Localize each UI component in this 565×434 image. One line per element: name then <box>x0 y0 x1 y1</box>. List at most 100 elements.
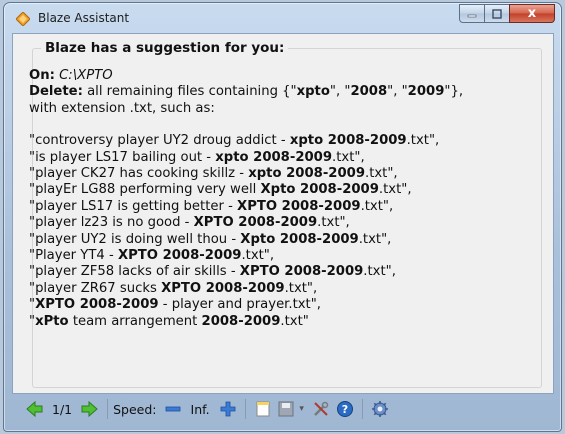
title-bar[interactable]: Blaze Assistant x <box>4 3 561 33</box>
file-list-item: "Player YT4 - XPTO 2008-2009.txt", <box>29 248 539 264</box>
delete-text: "}, <box>444 84 464 100</box>
file-keyword: xpto 2008-2009 <box>248 166 366 182</box>
prev-button[interactable] <box>22 398 48 420</box>
delete-text: ", " <box>329 84 351 100</box>
tools-icon <box>313 401 328 416</box>
maximize-icon <box>492 8 502 19</box>
file-text: .txt", <box>317 215 350 231</box>
file-text: - player and prayer.txt", <box>158 297 321 313</box>
keyword: 2009 <box>407 84 445 100</box>
toolbar-separator <box>361 399 363 419</box>
file-keyword: 2008-2009 <box>201 313 281 329</box>
file-text: "Player YT4 - <box>29 248 118 264</box>
file-list-item: "XPTO 2008-2009 - player and prayer.txt"… <box>29 297 539 313</box>
file-list-item: "player ZR67 sucks XPTO 2008-2009.txt", <box>29 281 539 297</box>
toolbar-separator <box>244 399 246 419</box>
file-text: .txt" <box>280 313 309 329</box>
file-text: .txt", <box>332 149 365 165</box>
tools-button[interactable] <box>309 398 333 420</box>
save-dropdown-chevron-icon[interactable]: ▾ <box>297 398 307 420</box>
caption-buttons: x <box>459 4 555 24</box>
toolbar-separator <box>107 399 109 419</box>
file-list-item: "player LS17 is getting better - XPTO 20… <box>29 199 539 215</box>
delete-criteria-line: Delete: all remaining files containing {… <box>29 84 539 100</box>
svg-text:?: ? <box>341 403 347 416</box>
file-text: "controversy player UY2 droug addict - <box>29 133 290 149</box>
file-text: "player lz23 is no good - <box>29 215 194 231</box>
file-text: team arrangement <box>68 313 202 329</box>
minimize-button[interactable] <box>459 4 485 23</box>
file-keyword: XPTO 2008-2009 <box>239 264 364 280</box>
file-text: .txt", <box>406 133 440 149</box>
on-label: On: <box>29 68 55 83</box>
keyword: 2008 <box>350 84 388 100</box>
file-text: .txt", <box>284 280 318 296</box>
file-keyword: xpto 2008-2009 <box>215 149 333 165</box>
app-diamond-icon <box>16 12 30 26</box>
save-icon <box>278 401 294 417</box>
assistant-window: Blaze Assistant x Blaze has a suggestion… <box>3 2 562 432</box>
file-list-item: "player UY2 is doing well thou - Xpto 20… <box>29 232 539 248</box>
file-text: .txt", <box>365 166 398 182</box>
file-list-item: "controversy player UY2 droug addict - x… <box>29 133 539 149</box>
extension-line: with extension .txt, such as: <box>29 100 215 116</box>
bottom-toolbar: 1/1 Speed: Inf. ▾ ? <box>12 393 552 425</box>
plus-icon <box>220 401 236 417</box>
file-list-item: "playEr LG88 performing very well Xpto 2… <box>29 182 539 198</box>
file-list-item: "player CK27 has cooking skillz - xpto 2… <box>29 166 539 182</box>
target-folder-line: On: C:\XPTO <box>29 68 539 84</box>
file-keyword: Xpto 2008-2009 <box>240 231 359 247</box>
maximize-button[interactable] <box>484 4 510 23</box>
file-text: "player CK27 has cooking skillz - <box>29 166 249 182</box>
next-button[interactable] <box>76 398 102 420</box>
speed-label: Speed: <box>113 401 157 417</box>
file-keyword: XPTO 2008-2009 <box>161 280 285 296</box>
file-list-item: "player lz23 is no good - XPTO 2008-2009… <box>29 215 539 231</box>
close-button[interactable]: x <box>509 4 555 23</box>
speed-decrease-button[interactable] <box>161 398 185 420</box>
delete-text: ", " <box>387 84 408 100</box>
file-keyword: XPTO 2008-2009 <box>35 297 159 313</box>
next-arrow-icon <box>81 400 98 418</box>
help-button[interactable]: ? <box>333 398 357 420</box>
file-keyword: xPto <box>35 313 69 329</box>
file-text: "playEr LG88 performing very well <box>29 182 261 198</box>
delete-text: all remaining files containing {" <box>82 84 297 100</box>
file-keyword: XPTO 2008-2009 <box>193 215 318 231</box>
file-text: "player LS17 is getting better - <box>29 198 238 214</box>
delete-label: Delete: <box>29 84 83 100</box>
file-text: "player UY2 is doing well thou - <box>29 231 241 247</box>
file-keyword: XPTO 2008-2009 <box>117 248 242 264</box>
settings-button[interactable] <box>368 398 392 420</box>
note-icon <box>256 401 270 417</box>
speed-value: Inf. <box>190 401 210 417</box>
save-button[interactable] <box>275 398 297 420</box>
note-button[interactable] <box>251 398 275 420</box>
target-folder-path: C:\XPTO <box>59 68 113 83</box>
file-text: "player ZF58 lacks of air skills - <box>29 264 240 280</box>
file-text: .txt", <box>241 248 275 264</box>
window-title: Blaze Assistant <box>38 11 130 25</box>
file-keyword: Xpto 2008-2009 <box>260 182 379 198</box>
file-list-item: "is player LS17 bailing out - xpto 2008-… <box>29 150 539 166</box>
file-text: .txt", <box>358 231 392 247</box>
minimize-icon <box>467 14 477 17</box>
file-keyword: XPTO 2008-2009 <box>237 198 361 214</box>
suggestion-heading: Blaze has a suggestion for you: <box>41 40 289 56</box>
minus-icon <box>165 406 180 412</box>
file-text: .txt", <box>360 198 394 214</box>
suggestion-content: On: C:\XPTO Delete: all remaining files … <box>29 68 539 330</box>
keyword: xpto <box>296 84 330 100</box>
prev-arrow-icon <box>26 400 43 418</box>
file-text: .txt", <box>378 182 412 198</box>
file-keyword: xpto 2008-2009 <box>289 133 407 149</box>
file-text: "is player LS17 bailing out - <box>29 149 216 165</box>
file-text: "player ZR67 sucks <box>29 280 162 296</box>
page-indicator: 1/1 <box>52 401 73 417</box>
close-icon: x <box>527 6 537 21</box>
file-text: .txt", <box>363 264 396 280</box>
speed-increase-button[interactable] <box>216 398 240 420</box>
settings-icon <box>371 401 388 417</box>
file-list-item: "player ZF58 lacks of air skills - XPTO … <box>29 264 539 280</box>
